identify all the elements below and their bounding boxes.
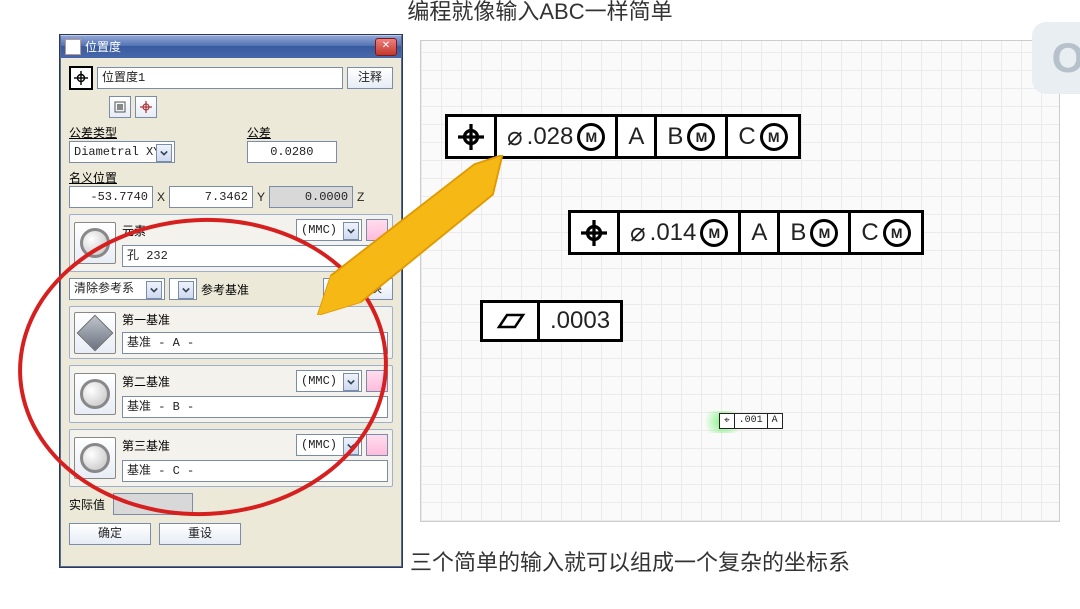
actual-label: 实际值 (69, 496, 105, 513)
datum3-icon-button[interactable] (74, 437, 116, 479)
tolerance-input[interactable]: 0.0280 (247, 141, 337, 163)
datum3-group: 第三基准 (MMC) 基准 - C - (69, 429, 393, 487)
app-logo-icon (65, 39, 81, 55)
datum1-label: 第一基准 (122, 311, 170, 328)
page-bottom-caption: 三个简单的输入就可以组成一个复杂的坐标系 (410, 545, 850, 577)
x-suffix: X (157, 190, 165, 204)
datum3-label: 第三基准 (122, 437, 292, 454)
drawing-fcf-small: ⌖ .001 A (719, 413, 783, 429)
fcf2-datum-c: C (861, 219, 878, 247)
ref-datum-label: 参考基准 (201, 281, 249, 298)
clear-ref-select[interactable]: 清除参考系 (69, 278, 165, 300)
close-button[interactable]: ✕ (375, 38, 397, 56)
chevron-down-icon (343, 373, 359, 391)
datum2-group: 第二基准 (MMC) 基准 - B - (69, 365, 393, 423)
chevron-down-icon (178, 281, 194, 299)
diameter-symbol-icon: ⌀ (507, 121, 523, 152)
chevron-down-icon (156, 144, 172, 162)
ref-dropdown-small[interactable] (169, 278, 197, 300)
transform-button[interactable]: 坐标变换 (323, 278, 393, 300)
datum2-color-button[interactable] (366, 370, 388, 392)
datum3-mmc-select[interactable]: (MMC) (296, 434, 362, 456)
datum1-field[interactable]: 基准 - A - (122, 332, 388, 354)
y-suffix: Y (257, 190, 265, 204)
dialog-title: 位置度 (85, 36, 121, 58)
fcf1-datum-a: A (628, 123, 644, 151)
reset-button[interactable]: 重设 (159, 523, 241, 545)
chevron-down-icon (343, 437, 359, 455)
page-top-caption: 编程就像输入ABC一样简单 (407, 0, 672, 26)
fcf1-datum-c: C (738, 123, 755, 151)
chevron-down-icon (343, 222, 359, 240)
fcf1-datum-b: B (667, 123, 683, 151)
engineering-drawing: ⌖ .001 A (420, 40, 1060, 522)
datum3-field[interactable]: 基准 - C - (122, 460, 388, 482)
mmc-symbol-icon: M (810, 219, 838, 247)
nominal-y-input[interactable]: 7.3462 (169, 186, 253, 208)
nominal-x-input[interactable]: -53.7740 (69, 186, 153, 208)
tol-type-select[interactable]: Diametral XY (69, 141, 175, 163)
fcf2-datum-b: B (790, 219, 806, 247)
datum2-label: 第二基准 (122, 373, 292, 390)
element-icon-button[interactable] (74, 222, 116, 264)
element-group: 元素 (MMC) 孔 232 (69, 214, 393, 272)
datum3-color-button[interactable] (366, 434, 388, 456)
actual-value-field (113, 493, 193, 515)
nominal-z-input[interactable]: 0.0000 (269, 186, 353, 208)
fcf-callout-3: .0003 (480, 300, 623, 342)
small-fcf-datum: A (768, 414, 782, 428)
position-dialog: 位置度 ✕ 位置度1 注释 公差类型 Diametral XY (60, 35, 402, 567)
element-color-button[interactable] (366, 219, 388, 241)
element-field[interactable]: 孔 232 (122, 245, 398, 267)
datum2-icon-button[interactable] (74, 373, 116, 415)
tol-type-label: 公差类型 (69, 124, 243, 141)
mmc-symbol-icon: M (883, 219, 911, 247)
diameter-symbol-icon: ⌀ (630, 217, 646, 248)
datum2-field[interactable]: 基准 - B - (122, 396, 388, 418)
dialog-titlebar[interactable]: 位置度 ✕ (61, 36, 401, 58)
fcf-callout-1: ⌀.028M A BM CM (445, 114, 801, 159)
datum2-mmc-select[interactable]: (MMC) (296, 370, 362, 392)
element-label: 元素 (122, 222, 292, 239)
small-fcf-tol: .001 (735, 414, 768, 428)
z-suffix: Z (357, 190, 364, 204)
feature-name-input[interactable]: 位置度1 (97, 67, 343, 89)
datum1-icon-button[interactable] (74, 312, 116, 354)
annotation-button[interactable]: 注释 (347, 67, 393, 89)
fcf-callout-2: ⌀.014M A BM CM (568, 210, 924, 255)
datum1-group: 第一基准 基准 - A - (69, 306, 393, 359)
fcf1-tol: .028 (527, 123, 574, 151)
mmc-symbol-icon: M (577, 123, 605, 151)
mmc-symbol-icon: M (760, 123, 788, 151)
mmc-symbol-icon: M (700, 219, 728, 247)
flatness-symbol-icon (483, 303, 540, 339)
small-fcf-symbol: ⌖ (720, 414, 735, 428)
tol-label: 公差 (247, 124, 337, 141)
fcf2-tol: .014 (650, 219, 697, 247)
element-mmc-select[interactable]: (MMC) (296, 219, 362, 241)
true-position-icon[interactable] (69, 66, 93, 90)
position-symbol-icon (571, 213, 620, 252)
chevron-down-icon (146, 281, 162, 299)
position-symbol-icon (448, 117, 497, 156)
toolbar-icon-1[interactable] (109, 96, 131, 118)
toolbar-icon-2[interactable] (135, 96, 157, 118)
mmc-symbol-icon: M (687, 123, 715, 151)
side-tab[interactable]: O (1032, 22, 1080, 94)
fcf3-tol: .0003 (550, 307, 610, 335)
fcf2-datum-a: A (751, 219, 767, 247)
nominal-label: 名义位置 (69, 169, 393, 186)
ok-button[interactable]: 确定 (69, 523, 151, 545)
